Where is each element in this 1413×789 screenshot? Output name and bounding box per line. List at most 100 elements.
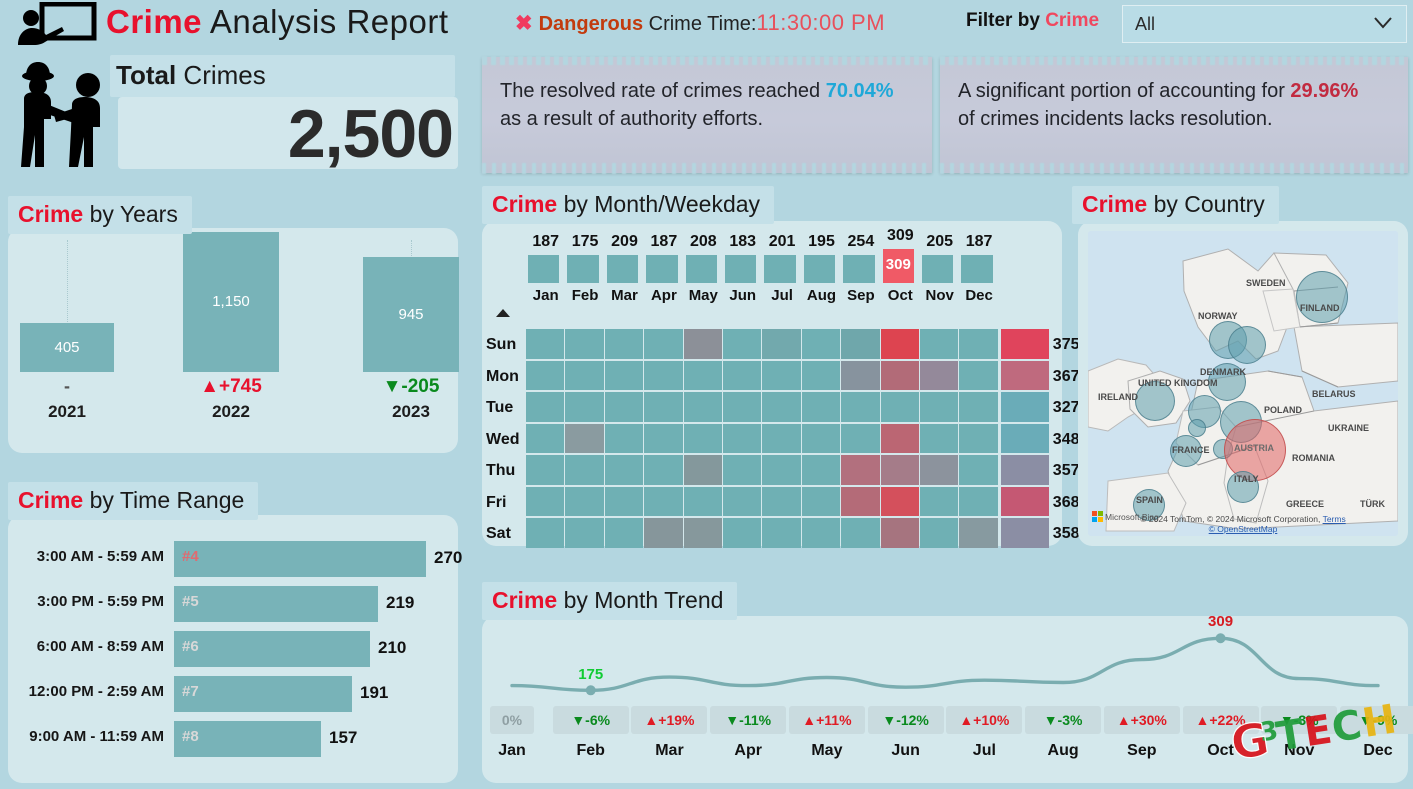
heatmap-cell[interactable] <box>723 392 762 422</box>
heatmap-cell[interactable] <box>841 423 880 453</box>
time-range-bar[interactable] <box>174 631 370 667</box>
heatmap-row-total-bar[interactable] <box>1000 455 1049 485</box>
heatmap-column-bar[interactable] <box>685 255 717 283</box>
heatmap-column-bar[interactable] <box>922 255 954 283</box>
heatmap-cell[interactable] <box>801 486 841 516</box>
sort-ascending-icon[interactable] <box>496 309 510 317</box>
heatmap-cell[interactable] <box>762 392 801 422</box>
heatmap-cell[interactable] <box>604 518 644 548</box>
heatmap-cell[interactable] <box>762 455 801 485</box>
heatmap-column-bar[interactable] <box>606 255 639 283</box>
heatmap-cell[interactable] <box>841 329 880 359</box>
trend-marker[interactable] <box>1215 633 1226 644</box>
heatmap-cell[interactable] <box>801 392 841 422</box>
heatmap-cell[interactable] <box>880 423 919 453</box>
heatmap-cell[interactable] <box>683 518 722 548</box>
heatmap-cell[interactable] <box>683 360 722 390</box>
heatmap-cell[interactable] <box>880 329 919 359</box>
heatmap-cell[interactable] <box>723 360 762 390</box>
heatmap-cell[interactable] <box>880 486 919 516</box>
heatmap-cell[interactable] <box>959 423 998 453</box>
heatmap-cell[interactable] <box>604 392 644 422</box>
heatmap-cell[interactable] <box>723 329 762 359</box>
heatmap-cell[interactable] <box>762 423 801 453</box>
heatmap-cell[interactable] <box>841 518 880 548</box>
heatmap-column-bar[interactable] <box>843 255 875 283</box>
heatmap-cell[interactable] <box>801 329 841 359</box>
map-bubble-finland[interactable] <box>1296 271 1348 323</box>
heatmap-cell[interactable] <box>683 486 722 516</box>
heatmap-cell[interactable] <box>880 392 919 422</box>
heatmap-column-bar[interactable] <box>528 255 560 283</box>
heatmap-cell[interactable] <box>526 423 565 453</box>
heatmap-cell[interactable] <box>604 486 644 516</box>
heatmap-cell[interactable] <box>565 360 604 390</box>
heatmap-row-total-bar[interactable] <box>1000 423 1049 453</box>
heatmap-cell[interactable] <box>604 360 644 390</box>
heatmap-cell[interactable] <box>565 518 604 548</box>
heatmap-row-total-bar[interactable] <box>1000 392 1049 422</box>
heatmap-cell[interactable] <box>762 329 801 359</box>
heatmap-cell[interactable] <box>959 392 998 422</box>
heatmap-cell[interactable] <box>565 455 604 485</box>
heatmap-cell[interactable] <box>683 392 722 422</box>
heatmap-cell[interactable] <box>526 360 565 390</box>
map-terms-link[interactable]: Terms <box>1323 514 1346 524</box>
heatmap-cell[interactable] <box>526 518 565 548</box>
heatmap-cell[interactable] <box>565 486 604 516</box>
heatmap-cell[interactable] <box>565 329 604 359</box>
heatmap-cell[interactable] <box>565 392 604 422</box>
heatmap-cell[interactable] <box>723 518 762 548</box>
heatmap-cell[interactable] <box>604 455 644 485</box>
map-bubble-sweden[interactable] <box>1228 326 1266 364</box>
heatmap-column-bar[interactable] <box>961 255 993 283</box>
trend-marker[interactable] <box>585 685 596 696</box>
heatmap-cell[interactable] <box>959 329 998 359</box>
heatmap-cell[interactable] <box>644 486 683 516</box>
heatmap-cell[interactable] <box>801 518 841 548</box>
heatmap-cell[interactable] <box>920 329 959 359</box>
heatmap-cell[interactable] <box>644 423 683 453</box>
heatmap-cell[interactable] <box>723 455 762 485</box>
heatmap-cell[interactable] <box>683 423 722 453</box>
heatmap-cell[interactable] <box>762 486 801 516</box>
heatmap-cell[interactable] <box>604 423 644 453</box>
heatmap-cell[interactable] <box>880 455 919 485</box>
heatmap-cell[interactable] <box>762 360 801 390</box>
heatmap-cell[interactable] <box>920 455 959 485</box>
heatmap-column-bar[interactable]: 309 <box>882 249 914 283</box>
heatmap-cell[interactable] <box>526 392 565 422</box>
time-range-bar[interactable] <box>174 541 426 577</box>
heatmap-column-bar[interactable] <box>803 255 836 283</box>
heatmap-cell[interactable] <box>644 360 683 390</box>
heatmap-cell[interactable] <box>841 392 880 422</box>
heatmap-cell[interactable] <box>920 360 959 390</box>
heatmap-row-total-bar[interactable] <box>1000 486 1049 516</box>
chevron-down-icon[interactable] <box>1374 17 1392 29</box>
heatmap-cell[interactable] <box>565 423 604 453</box>
heatmap-cell[interactable] <box>683 455 722 485</box>
heatmap-cell[interactable] <box>644 455 683 485</box>
heatmap-cell[interactable] <box>801 423 841 453</box>
heatmap-cell[interactable] <box>644 518 683 548</box>
heatmap-cell[interactable] <box>723 486 762 516</box>
map-bubble-belgium[interactable] <box>1188 419 1206 437</box>
heatmap-cell[interactable] <box>880 360 919 390</box>
heatmap-cell[interactable] <box>841 455 880 485</box>
heatmap-cell[interactable] <box>920 392 959 422</box>
crime-filter-dropdown[interactable]: All <box>1122 5 1407 43</box>
heatmap-column-bar[interactable] <box>567 255 599 283</box>
heatmap-cell[interactable] <box>526 329 565 359</box>
heatmap-cell[interactable] <box>801 455 841 485</box>
time-range-bar[interactable] <box>174 586 378 622</box>
map-osm-link[interactable]: © OpenStreetMap <box>1209 524 1278 534</box>
heatmap-cell[interactable] <box>526 455 565 485</box>
heatmap-column-bar[interactable] <box>646 255 678 283</box>
heatmap-cell[interactable] <box>959 518 998 548</box>
heatmap-cell[interactable] <box>880 518 919 548</box>
heatmap-cell[interactable] <box>920 423 959 453</box>
heatmap-row-total-bar[interactable] <box>1000 329 1049 359</box>
heatmap-cell[interactable] <box>959 360 998 390</box>
heatmap-row-total-bar[interactable] <box>1000 518 1049 548</box>
heatmap-cell[interactable] <box>762 518 801 548</box>
